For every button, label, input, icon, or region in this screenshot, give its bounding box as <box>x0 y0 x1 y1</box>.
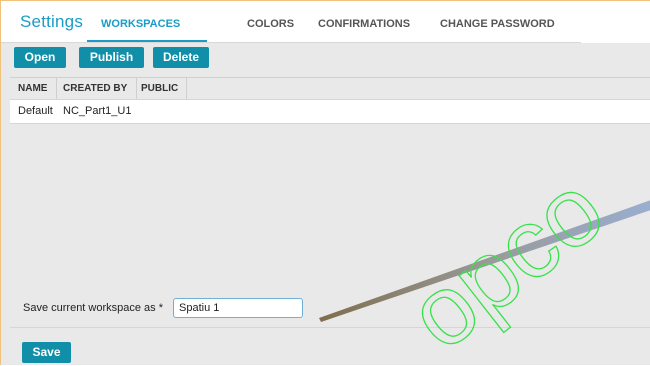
watermark-overlay: opco <box>319 152 650 366</box>
settings-window: Settings WORKSPACES COLORS CONFIRMATIONS… <box>0 0 650 366</box>
watermark-text: opco <box>388 153 623 366</box>
